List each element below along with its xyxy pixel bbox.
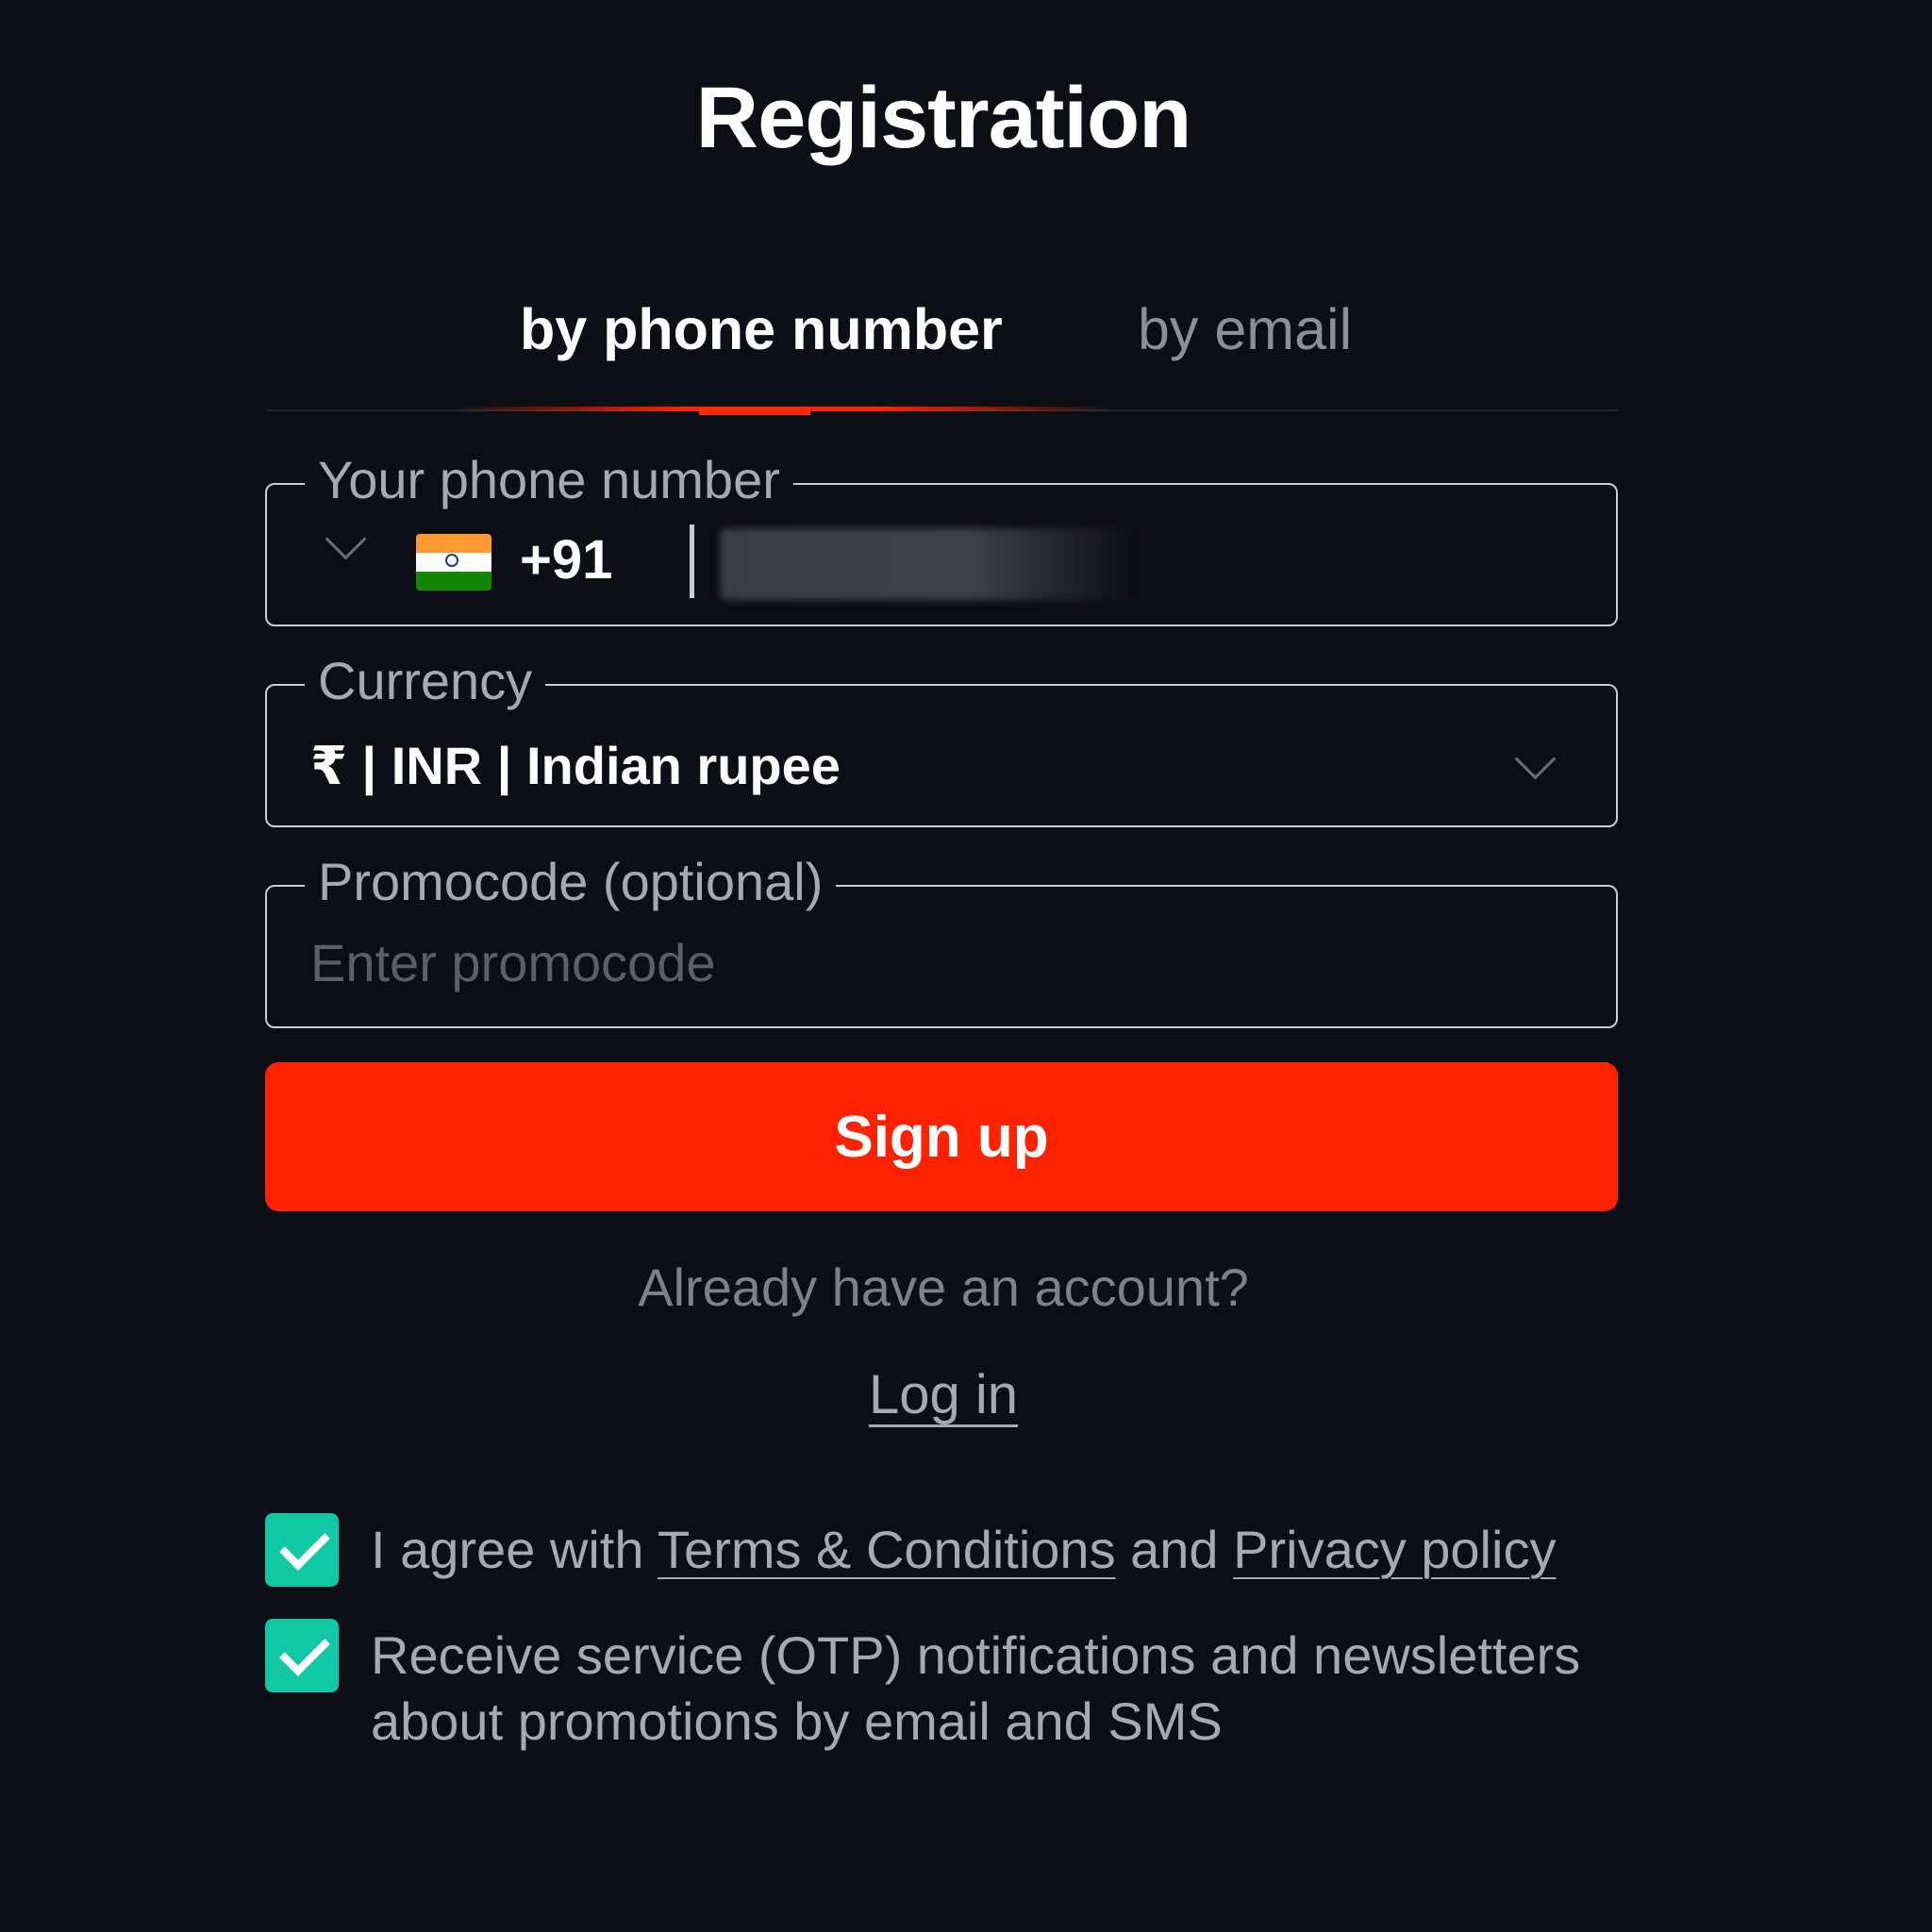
login-link-wrapper: Log in xyxy=(0,1362,1887,1428)
india-flag-icon[interactable] xyxy=(416,534,491,591)
page-title: Registration xyxy=(695,70,1192,166)
terms-checkbox[interactable] xyxy=(265,1513,339,1587)
terms-prefix: I agree with xyxy=(371,1520,658,1579)
registration-tabs: by phone number by email xyxy=(265,283,1618,415)
notifications-checkbox[interactable] xyxy=(265,1619,339,1692)
phone-number-label: Your phone number xyxy=(305,447,793,513)
sign-up-button[interactable]: Sign up xyxy=(265,1062,1618,1211)
notifications-agreement-text: Receive service (OTP) notifications and … xyxy=(371,1625,1581,1751)
country-chevron-down-icon[interactable] xyxy=(325,518,367,560)
promocode-input[interactable] xyxy=(310,924,1537,1000)
promocode-label: Promocode (optional) xyxy=(305,849,837,915)
checkmark-icon xyxy=(279,1520,330,1571)
currency-select[interactable]: Currency ₹ | INR | Indian rupee xyxy=(265,648,1618,827)
already-have-account-text: Already have an account? xyxy=(638,1257,1249,1317)
promocode-field: Promocode (optional) xyxy=(265,849,1618,1028)
checkmark-icon xyxy=(279,1625,330,1676)
tab-email[interactable]: by email xyxy=(1138,296,1352,362)
phone-number-input[interactable] xyxy=(720,528,1135,600)
registration-page: Registration by phone number by email Yo… xyxy=(0,0,1932,1932)
terms-agreement-text: I agree with Terms & Conditions and Priv… xyxy=(371,1517,1663,1583)
currency-label: Currency xyxy=(305,648,546,714)
terms-conditions-link[interactable]: Terms & Conditions xyxy=(658,1520,1116,1579)
log-in-link[interactable]: Log in xyxy=(869,1364,1018,1425)
terms-middle: and xyxy=(1115,1520,1234,1579)
currency-selected-value[interactable]: ₹ | INR | Indian rupee xyxy=(310,733,841,799)
phone-number-field: Your phone number +91 xyxy=(265,447,1618,626)
currency-chevron-down-icon[interactable] xyxy=(1514,738,1557,780)
privacy-policy-link[interactable]: Privacy policy xyxy=(1233,1520,1556,1579)
phone-divider xyxy=(690,525,694,598)
tab-phone-number[interactable]: by phone number xyxy=(520,296,1003,362)
active-tab-indicator-core xyxy=(699,408,810,415)
country-dial-code[interactable]: +91 xyxy=(520,527,612,593)
